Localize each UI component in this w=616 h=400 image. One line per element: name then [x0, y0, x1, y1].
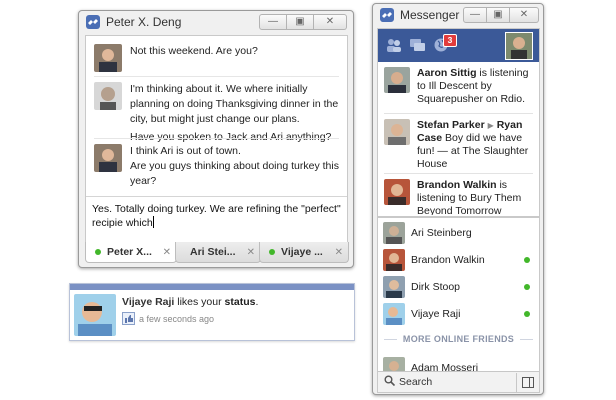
search-bar[interactable]: Search — [378, 371, 539, 392]
messenger-titlebar: Messenger — ▣ ✕ — [373, 4, 543, 26]
search-input[interactable]: Search — [399, 376, 516, 388]
sidebar-toggle-icon[interactable] — [516, 372, 539, 392]
chat-window: Peter X. Deng — ▣ ✕ Not this weekend. Ar… — [78, 10, 354, 268]
avatar — [383, 276, 405, 298]
popout-button[interactable]: ▣ — [287, 14, 314, 30]
friend-item[interactable]: Vijaye Raji — [383, 302, 539, 326]
message: I'm thinking about it. We where initiall… — [130, 83, 339, 143]
avatar — [384, 67, 410, 93]
tab-ari[interactable]: Ari Stei... ✕ — [175, 242, 261, 263]
avatar — [383, 222, 405, 244]
avatar[interactable] — [505, 32, 533, 60]
messenger-title: Messenger — [400, 8, 460, 22]
tab-vijaye[interactable]: Vijaye ... ✕ — [259, 242, 349, 263]
avatar — [94, 82, 122, 110]
tab-close-icon[interactable]: ✕ — [335, 247, 343, 258]
friend-item[interactable]: Brandon Walkin — [383, 248, 539, 272]
online-indicator-icon — [524, 257, 530, 263]
friend-item[interactable]: Ari Steinberg — [383, 221, 539, 245]
friend-name: Ari Steinberg — [411, 227, 472, 239]
avatar — [94, 144, 122, 172]
friend-name: Brandon Walkin — [411, 254, 485, 266]
avatar — [383, 303, 405, 325]
notification-time: a few seconds ago — [139, 313, 215, 324]
message: I think Ari is out of town. Are you guys… — [130, 145, 339, 187]
messenger-logo-icon — [380, 8, 394, 22]
avatar — [383, 249, 405, 271]
tab-close-icon[interactable]: ✕ — [163, 247, 171, 258]
online-indicator-icon — [524, 284, 530, 290]
friend-name: Dirk Stoop — [411, 281, 461, 293]
like-icon — [122, 312, 135, 325]
messenger-header: 3 — [378, 29, 539, 62]
ticker-story[interactable]: Aaron Sittig is listening to Ill Descent… — [384, 67, 533, 107]
chat-titlebar: Peter X. Deng — ▣ ✕ — [79, 11, 353, 33]
online-indicator-icon — [95, 249, 101, 255]
chat-tabs: Peter X... ✕ Ari Stei... ✕ Vijaye ... ✕ — [85, 242, 349, 264]
messenger-pane: 3 Aaron Sittig is listening to Ill Desce… — [377, 28, 540, 393]
more-online-friends-label: MORE ONLINE FRIENDS — [384, 334, 533, 344]
avatar — [384, 179, 410, 205]
messenger-logo-icon — [86, 15, 100, 29]
notification-badge: 3 — [443, 34, 457, 47]
minimize-button[interactable]: — — [463, 7, 487, 23]
message: Not this weekend. Are you? — [130, 45, 258, 57]
close-button[interactable]: ✕ — [510, 7, 539, 23]
minimize-button[interactable]: — — [259, 14, 287, 30]
notification-text: Vijaye Raji likes your status. — [122, 296, 259, 308]
friend-requests-icon[interactable] — [386, 38, 402, 55]
friend-item[interactable]: Dirk Stoop — [383, 275, 539, 299]
messages-icon[interactable] — [410, 39, 426, 55]
chat-title: Peter X. Deng — [106, 15, 182, 29]
avatar — [74, 294, 116, 336]
search-icon — [384, 375, 396, 389]
tab-peter[interactable]: Peter X... ✕ — [85, 242, 177, 263]
online-indicator-icon — [269, 249, 275, 255]
ticker-story[interactable]: Stefan Parker ▶ Ryan Case Boy did we hav… — [384, 119, 533, 173]
ticker-story[interactable]: Brandon Walkin is listening to Bury Them… — [384, 179, 533, 215]
close-button[interactable]: ✕ — [314, 14, 347, 30]
friend-name: Vijaye Raji — [411, 308, 461, 320]
messenger-window: Messenger — ▣ ✕ 3 Aaron Sittig is listen… — [372, 3, 544, 395]
popout-button[interactable]: ▣ — [487, 7, 510, 23]
tab-close-icon[interactable]: ✕ — [247, 247, 255, 258]
notification-card[interactable]: Vijaye Raji likes your status. a few sec… — [69, 283, 355, 341]
chat-pane: Not this weekend. Are you? I'm thinking … — [85, 35, 348, 243]
avatar — [94, 44, 122, 72]
avatar — [384, 119, 410, 145]
message-input[interactable]: Yes. Totally doing turkey. We are refini… — [92, 202, 348, 242]
online-indicator-icon — [524, 311, 530, 317]
